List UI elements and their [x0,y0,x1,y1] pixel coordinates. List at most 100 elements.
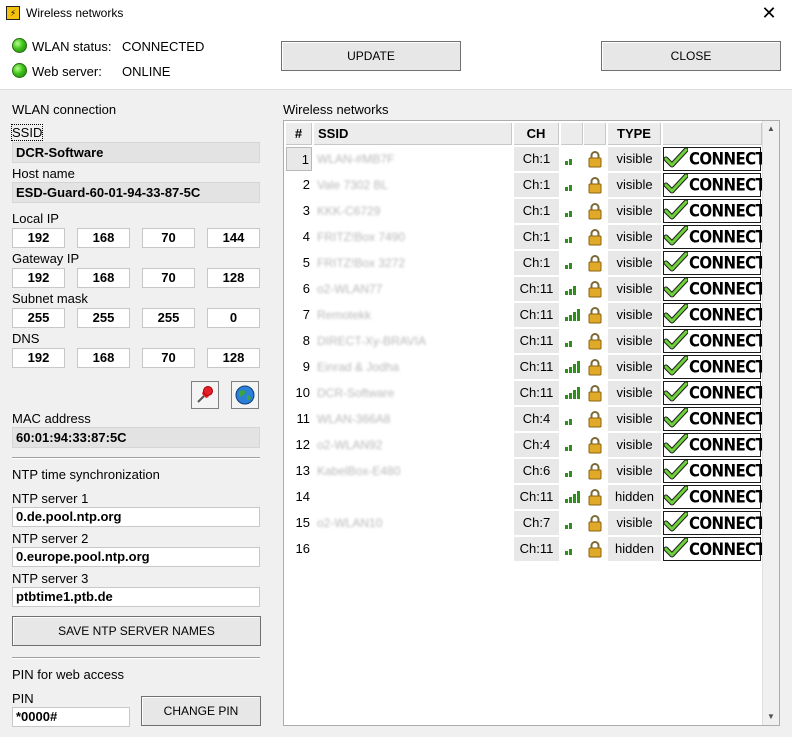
table-row[interactable]: 2 Vale 7302 BL Ch:1 visible CONNECT [284,172,766,198]
connect-label: CONNECT [689,226,766,248]
networks-table: # SSID CH TYPE 1 WLAN-#MB7F Ch:1 visible CON… [283,120,780,726]
column-header-type[interactable]: TYPE [608,123,661,145]
connect-button[interactable]: CONNECT [663,511,766,535]
row-number: 4 [302,229,310,244]
table-row[interactable]: 4 FRITZ!Box 7490 Ch:1 visible CONNECT [284,224,766,250]
row-type: visible [608,407,661,431]
connect-button[interactable]: CONNECT [663,225,766,249]
signal-bar [569,419,572,425]
lock-icon [584,459,606,483]
connect-button[interactable]: CONNECT [663,199,766,223]
column-header-lock[interactable] [584,123,606,145]
globe-icon[interactable] [231,381,259,409]
dns-octet-3[interactable]: 70 [142,348,195,368]
connect-button[interactable]: CONNECT [663,407,766,431]
row-channel: Ch:1 [514,225,559,249]
connect-button[interactable]: CONNECT [663,355,766,379]
subnet-mask-octet-2[interactable]: 255 [77,308,130,328]
row-type: visible [608,147,661,171]
connect-button[interactable]: CONNECT [663,329,766,353]
dns-octet-2[interactable]: 168 [77,348,130,368]
signal-strength-icon [561,485,583,509]
lock-icon [584,173,606,197]
ntp-server-2-input[interactable]: 0.europe.pool.ntp.org [12,547,260,567]
local-ip-octet-3[interactable]: 70 [142,228,195,248]
table-row[interactable]: 15 o2-WLAN10 Ch:7 visible CONNECT [284,510,766,536]
pin-heading: PIN for web access [12,667,124,682]
local-ip-octet-2[interactable]: 168 [77,228,130,248]
column-header-ssid[interactable]: SSID [314,123,512,145]
connect-button[interactable]: CONNECT [663,147,766,171]
connect-button[interactable]: CONNECT [663,433,766,457]
row-channel: Ch:7 [514,511,559,535]
row-type: visible [608,355,661,379]
ntp-server-3-input[interactable]: ptbtime1.ptb.de [12,587,260,607]
change-pin-button[interactable]: CHANGE PIN [141,696,261,726]
table-row[interactable]: 5 FRITZ!Box 3272 Ch:1 visible CONNECT [284,250,766,276]
signal-strength-icon [561,147,583,171]
table-row[interactable]: 8 DIRECT-Xy-BRAVIA Ch:11 visible CONNECT [284,328,766,354]
signal-bar [569,211,572,217]
table-row[interactable]: 10 DCR-Software Ch:11 visible CONNECT [284,380,766,406]
checkmark-icon [663,329,689,353]
checkmark-icon [663,173,689,197]
signal-bar [565,187,568,191]
table-row[interactable]: 14 Ch:11 hidden CONNECT [284,484,766,510]
local-ip-octet-1[interactable]: 192 [12,228,65,248]
table-row[interactable]: 1 WLAN-#MB7F Ch:1 visible CONNECT [284,146,766,172]
signal-strength-icon [561,433,583,457]
ntp-server-1-input[interactable]: 0.de.pool.ntp.org [12,507,260,527]
connect-button[interactable]: CONNECT [663,459,766,483]
connect-button[interactable]: CONNECT [663,537,766,561]
signal-bar [569,185,572,191]
signal-bar [573,364,576,373]
gateway-ip-octet-1[interactable]: 192 [12,268,65,288]
dns-octet-4[interactable]: 128 [207,348,260,368]
table-row[interactable]: 12 o2-WLAN92 Ch:4 visible CONNECT [284,432,766,458]
subnet-mask-octet-4[interactable]: 0 [207,308,260,328]
local-ip-octet-4[interactable]: 144 [207,228,260,248]
connect-button[interactable]: CONNECT [663,303,766,327]
row-ssid: KKK-C6729 [317,204,381,218]
subnet-mask-octet-1[interactable]: 255 [12,308,65,328]
gateway-ip-octet-3[interactable]: 70 [142,268,195,288]
lock-icon [584,407,606,431]
connect-button[interactable]: CONNECT [663,381,766,405]
gateway-ip-octet-2[interactable]: 168 [77,268,130,288]
gateway-ip-octet-4[interactable]: 128 [207,268,260,288]
dns-octet-1[interactable]: 192 [12,348,65,368]
vertical-scrollbar[interactable]: ▲ ▼ [762,121,779,725]
table-row[interactable]: 9 Einrad & Jodha Ch:11 visible CONNECT [284,354,766,380]
table-row[interactable]: 6 o2-WLAN77 Ch:11 visible CONNECT [284,276,766,302]
connect-button[interactable]: CONNECT [663,485,766,509]
update-button[interactable]: UPDATE [281,41,461,71]
table-row[interactable]: 16 Ch:11 hidden CONNECT [284,536,766,562]
column-header-ch[interactable]: CH [514,123,559,145]
pin-icon[interactable] [191,381,219,409]
scroll-up-icon[interactable]: ▲ [763,121,779,137]
pin-input[interactable]: *0000# [12,707,130,727]
table-row[interactable]: 3 KKK-C6729 Ch:1 visible CONNECT [284,198,766,224]
row-number: 8 [302,333,310,348]
column-header-num[interactable]: # [286,123,312,145]
connect-button[interactable]: CONNECT [663,251,766,275]
connect-button[interactable]: CONNECT [663,277,766,301]
subnet-mask-octet-3[interactable]: 255 [142,308,195,328]
signal-strength-icon [561,225,583,249]
row-ssid: FRITZ!Box 3272 [317,256,406,270]
column-header-action[interactable] [663,123,762,145]
table-row[interactable]: 13 KabelBox-E480 Ch:6 visible CONNECT [284,458,766,484]
signal-bar [569,471,572,477]
signal-bar [569,497,572,503]
checkmark-icon [663,199,689,223]
row-number: 16 [295,541,310,556]
scroll-down-icon[interactable]: ▼ [763,709,779,725]
table-row[interactable]: 11 WLAN-366A8 Ch:4 visible CONNECT [284,406,766,432]
table-row[interactable]: 7 Remotekk Ch:11 visible CONNECT [284,302,766,328]
connect-button[interactable]: CONNECT [663,173,766,197]
web-server-led-icon [12,63,27,78]
close-button[interactable]: CLOSE [601,41,781,71]
save-ntp-button[interactable]: SAVE NTP SERVER NAMES [12,616,261,646]
window-close-button[interactable]: ✕ [746,0,792,28]
column-header-signal[interactable] [561,123,583,145]
